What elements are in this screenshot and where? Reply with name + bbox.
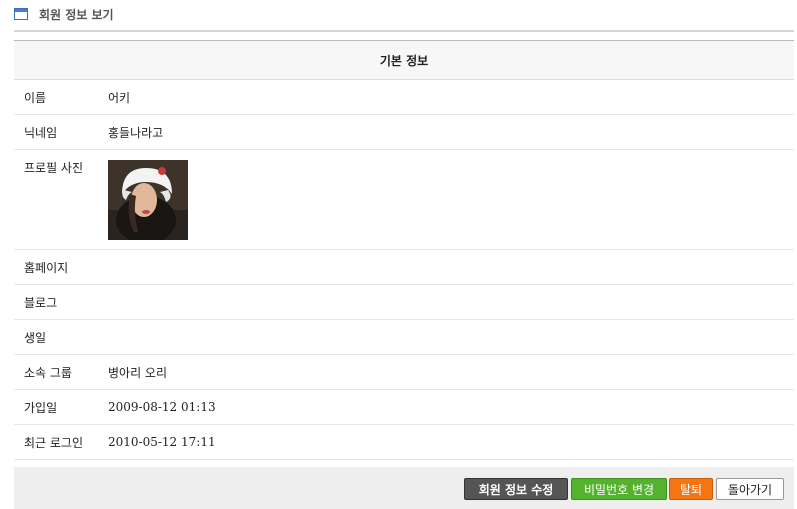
- field-label: 블로그: [14, 284, 107, 320]
- row-profile-photo: 프로필 사진: [14, 149, 794, 250]
- row-join-date: 가입일 2009-08-12 01:13: [14, 389, 794, 425]
- field-label: 생일: [14, 319, 107, 355]
- edit-profile-button[interactable]: 회원 정보 수정: [464, 478, 568, 500]
- field-label: 최근 로그인: [14, 424, 107, 460]
- profile-photo: [108, 160, 188, 240]
- back-button[interactable]: 돌아가기: [716, 478, 784, 500]
- field-value: [107, 249, 794, 285]
- section-title: 기본 정보: [14, 40, 794, 80]
- row-nickname: 닉네임 홍들나라고: [14, 114, 794, 150]
- field-label: 홈페이지: [14, 249, 107, 285]
- row-last-login: 최근 로그인 2010-05-12 17:11: [14, 424, 794, 460]
- field-value: 병아리 오리: [107, 354, 794, 390]
- page-title: 회원 정보 보기: [39, 8, 114, 22]
- page-header: 회원 정보 보기: [14, 0, 794, 32]
- action-bar: 회원 정보 수정 비밀번호 변경 탈퇴 돌아가기: [14, 467, 794, 509]
- member-info-table: 기본 정보 이름 어키 닉네임 홍들나라고 프로필 사진 홈페이지 블로그 생일…: [14, 40, 794, 460]
- window-icon: [14, 8, 28, 20]
- row-group: 소속 그룹 병아리 오리: [14, 354, 794, 390]
- row-blog: 블로그: [14, 284, 794, 320]
- field-label: 닉네임: [14, 114, 107, 150]
- field-value: [107, 284, 794, 320]
- field-label: 소속 그룹: [14, 354, 107, 390]
- field-label: 이름: [14, 79, 107, 115]
- row-name: 이름 어키: [14, 79, 794, 115]
- change-password-button[interactable]: 비밀번호 변경: [571, 478, 667, 500]
- withdraw-button[interactable]: 탈퇴: [669, 478, 713, 500]
- field-label: 프로필 사진: [14, 149, 107, 250]
- field-value: [107, 149, 794, 250]
- field-value: 2009-08-12 01:13: [107, 389, 794, 425]
- field-value: 2010-05-12 17:11: [107, 424, 794, 460]
- row-birthday: 생일: [14, 319, 794, 355]
- row-homepage: 홈페이지: [14, 249, 794, 285]
- field-value: [107, 319, 794, 355]
- field-label: 가입일: [14, 389, 107, 425]
- field-value: 홍들나라고: [107, 114, 794, 150]
- field-value: 어키: [107, 79, 794, 115]
